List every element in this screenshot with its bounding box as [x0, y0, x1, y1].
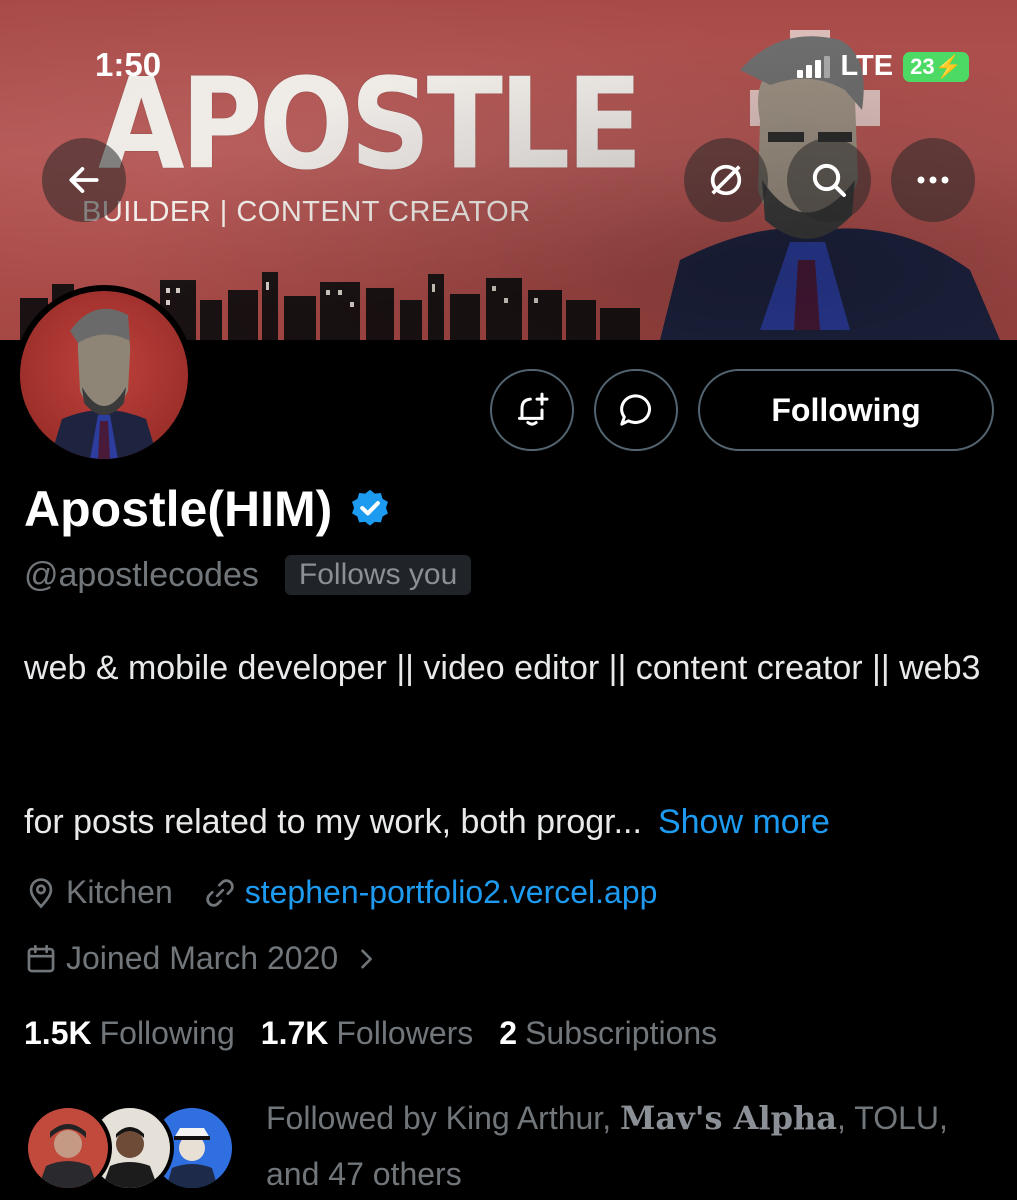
calendar-icon	[27, 944, 55, 972]
handle-row: @apostlecodes Follows you	[24, 555, 472, 595]
subscriptions-count-link[interactable]: 2 Subscriptions	[499, 1015, 717, 1052]
verified-badge-icon[interactable]	[348, 487, 392, 531]
status-indicators: LTE 23⚡	[797, 50, 969, 83]
mutual-avatar	[24, 1104, 112, 1192]
following-button[interactable]: Following	[698, 369, 994, 451]
banner-title: APOSTLE	[98, 51, 643, 198]
mutual-avatar-image	[38, 1124, 98, 1188]
hide-icon	[710, 164, 742, 196]
chevron-right-icon	[361, 949, 373, 968]
following-label: Following	[99, 1015, 235, 1051]
search-icon	[812, 163, 846, 197]
website-item[interactable]: stephen-portfolio2.vercel.app	[203, 874, 658, 911]
followed-by-mav: Mav's Alpha	[619, 1099, 838, 1137]
followed-by-section[interactable]: Followed by King Arthur, Mav's Alpha, TO…	[24, 1090, 948, 1192]
bell-plus-icon	[518, 392, 549, 426]
subscriptions-label: Subscriptions	[525, 1015, 718, 1051]
notifications-button[interactable]	[490, 369, 574, 451]
following-count: 1.5K	[24, 1015, 92, 1051]
link-icon	[206, 878, 234, 907]
followed-by-prefix: Followed by King Arthur,	[266, 1100, 620, 1136]
signal-icon	[797, 55, 831, 78]
back-button[interactable]	[42, 138, 126, 222]
display-name: Apostle(HIM)	[24, 480, 392, 538]
display-name-text: Apostle(HIM)	[24, 481, 333, 537]
subscriptions-count: 2	[499, 1015, 518, 1051]
avatar-illustration	[50, 308, 158, 459]
followed-by-text: Followed by King Arthur, Mav's Alpha, TO…	[266, 1090, 1017, 1200]
banner-subtitle: BUILDER | CONTENT CREATOR	[82, 196, 531, 228]
status-time: 1:50	[95, 46, 162, 83]
joined-row[interactable]: Joined March 2020	[24, 940, 380, 977]
location-pin-icon	[29, 877, 53, 908]
network-label: LTE	[840, 50, 894, 82]
arrow-left-icon	[69, 167, 99, 193]
follows-you-badge: Follows you	[284, 555, 472, 595]
followers-count: 1.7K	[260, 1015, 329, 1051]
more-options-button[interactable]	[891, 138, 975, 222]
battery-indicator: 23⚡	[903, 51, 969, 82]
bio-continued: for posts related to my work, both progr…	[24, 803, 830, 842]
user-handle: @apostlecodes	[24, 555, 259, 594]
follow-counts: 1.5K Following 1.7K Followers 2 Subscriptio…	[24, 1015, 717, 1052]
more-icon	[917, 176, 949, 184]
following-count-link[interactable]: 1.5K Following	[24, 1015, 235, 1052]
mutual-avatars	[24, 1090, 236, 1192]
location-text: Kitchen	[66, 874, 173, 910]
profile-meta-row: Kitchen stephen-portfolio2.vercel.app	[24, 874, 657, 911]
followed-by-suffix: , TOLU,	[837, 1100, 948, 1136]
hide-banner-button[interactable]	[684, 138, 768, 222]
following-button-label: Following	[771, 391, 921, 428]
website-link[interactable]: stephen-portfolio2.vercel.app	[245, 874, 658, 911]
bio-truncated-text: for posts related to my work, both progr…	[24, 803, 642, 841]
search-button[interactable]	[787, 138, 871, 222]
bio-text: web & mobile developer || video editor |…	[24, 649, 981, 687]
message-button[interactable]	[594, 369, 678, 451]
show-more-link[interactable]: Show more	[658, 803, 830, 841]
joined-date: Joined March 2020	[66, 940, 339, 976]
joined-item[interactable]: Joined March 2020	[24, 940, 380, 977]
message-icon	[620, 394, 651, 426]
followers-label: Followers	[336, 1015, 474, 1051]
profile-avatar[interactable]	[14, 285, 194, 465]
followed-by-others: and 47 others	[266, 1156, 462, 1192]
followers-count-link[interactable]: 1.7K Followers	[261, 1015, 474, 1052]
location-item: Kitchen	[24, 874, 173, 911]
